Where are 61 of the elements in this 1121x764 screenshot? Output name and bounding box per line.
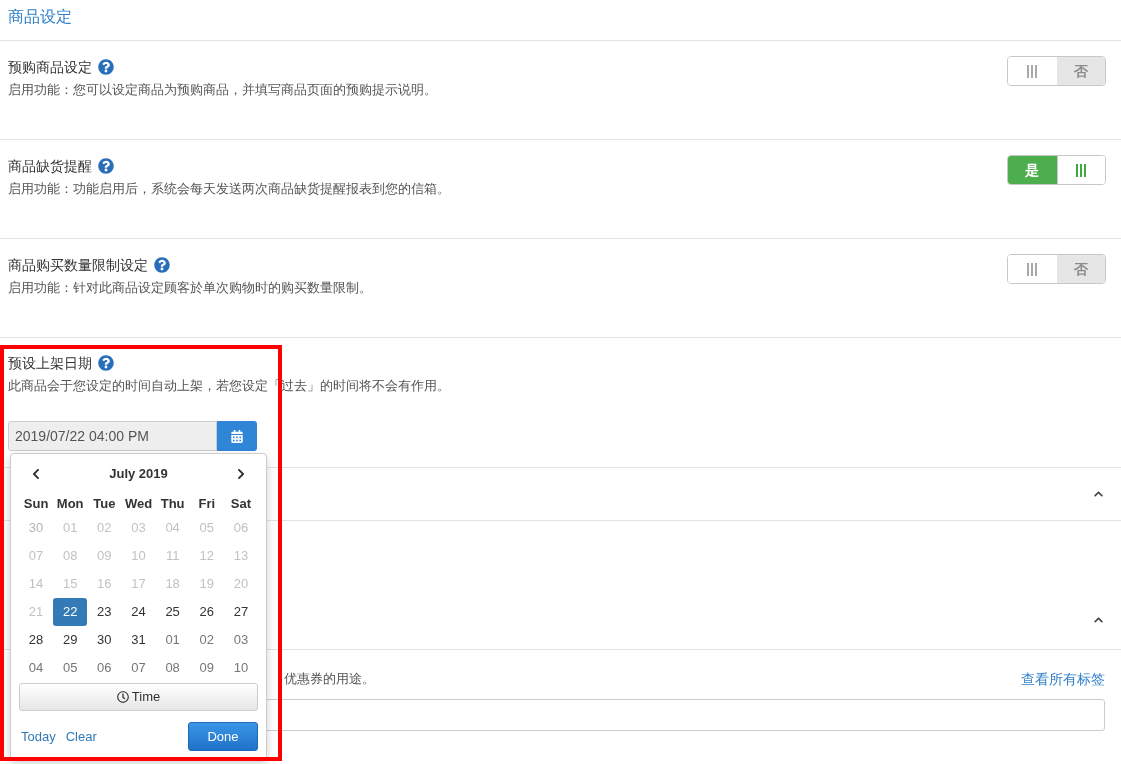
help-icon[interactable]: [154, 257, 170, 273]
calendar-day[interactable]: 09: [189, 654, 224, 682]
calendar-day[interactable]: 28: [19, 626, 54, 654]
chevron-right-icon: [235, 468, 246, 480]
calendar-day[interactable]: 31: [121, 626, 156, 654]
calendar-button[interactable]: [217, 421, 257, 451]
month-title[interactable]: July 2019: [53, 464, 224, 484]
grip-icon: [1027, 64, 1038, 78]
grip-icon: [1076, 163, 1087, 177]
calendar-day[interactable]: 03: [223, 626, 258, 654]
field-hint: 优惠券的用途。: [284, 670, 375, 689]
help-icon[interactable]: [98, 158, 114, 174]
toggle-switch[interactable]: 是: [1007, 155, 1106, 185]
chevron-up-icon[interactable]: [1093, 489, 1104, 499]
weekday-label: Wed: [123, 495, 154, 514]
calendar-day[interactable]: 24: [121, 598, 156, 626]
calendar-day[interactable]: 27: [223, 598, 258, 626]
calendar-day[interactable]: 30: [87, 626, 122, 654]
view-all-tags-link[interactable]: 查看所有标签: [1021, 668, 1105, 690]
footer-link[interactable]: Clear: [65, 726, 97, 747]
weekday-label: Sun: [22, 495, 50, 514]
calendar-day[interactable]: 04: [19, 654, 54, 682]
calendar-day[interactable]: 29: [53, 626, 88, 654]
calendar-day[interactable]: 01: [155, 626, 190, 654]
calendar-day[interactable]: 22: [53, 598, 88, 626]
tag-input-field[interactable]: [264, 699, 1105, 731]
time-button[interactable]: Time: [19, 683, 258, 711]
date-input-field[interactable]: 2019/07/22 04:00 PM: [8, 421, 217, 451]
calendar-day[interactable]: 02: [189, 626, 224, 654]
footer-link[interactable]: Today: [21, 726, 56, 747]
chevron-up-icon[interactable]: [1093, 615, 1104, 625]
clock-icon: [116, 691, 129, 703]
calendar-day[interactable]: 25: [155, 598, 190, 626]
setting-title: 商品缺货提醒: [8, 156, 92, 176]
help-icon[interactable]: [98, 59, 114, 75]
toggle-switch[interactable]: 否: [1007, 56, 1106, 86]
weekday-label: Mon: [55, 495, 85, 514]
calendar-day[interactable]: 05: [53, 654, 88, 682]
weekday-label: Thu: [159, 495, 186, 514]
setting-title: 商品购买数量限制设定: [8, 255, 148, 275]
weekday-label: Tue: [92, 495, 117, 514]
calendar-day[interactable]: 08: [155, 654, 190, 682]
setting-description: 启用功能：您可以设定商品为预购商品，并填写商品页面的预购提示说明。: [8, 81, 437, 99]
calendar-day[interactable]: 10: [223, 654, 258, 682]
weekday-label: Sat: [229, 495, 253, 514]
page-title: 商品设定: [8, 7, 72, 27]
grip-icon: [1027, 262, 1038, 276]
toggle-switch[interactable]: 否: [1007, 254, 1106, 284]
done-button[interactable]: Done: [188, 722, 258, 751]
calendar-day[interactable]: 26: [189, 598, 224, 626]
calendar-day[interactable]: 06: [87, 654, 122, 682]
calendar-day[interactable]: 07: [121, 654, 156, 682]
help-icon[interactable]: [98, 355, 114, 371]
chevron-left-icon: [31, 468, 42, 480]
setting-description: 启用功能：功能启用后，系统会每天发送两次商品缺货提醒报表到您的信箱。: [8, 180, 450, 198]
setting-description: 启用功能：针对此商品设定顾客於单次购物时的购买数量限制。: [8, 279, 372, 297]
weekday-label: Fri: [197, 495, 217, 514]
calendar-day[interactable]: 23: [87, 598, 122, 626]
setting-title: 预购商品设定: [8, 57, 92, 77]
setting-title: 预设上架日期: [8, 353, 92, 373]
calendar-icon: [231, 429, 243, 443]
